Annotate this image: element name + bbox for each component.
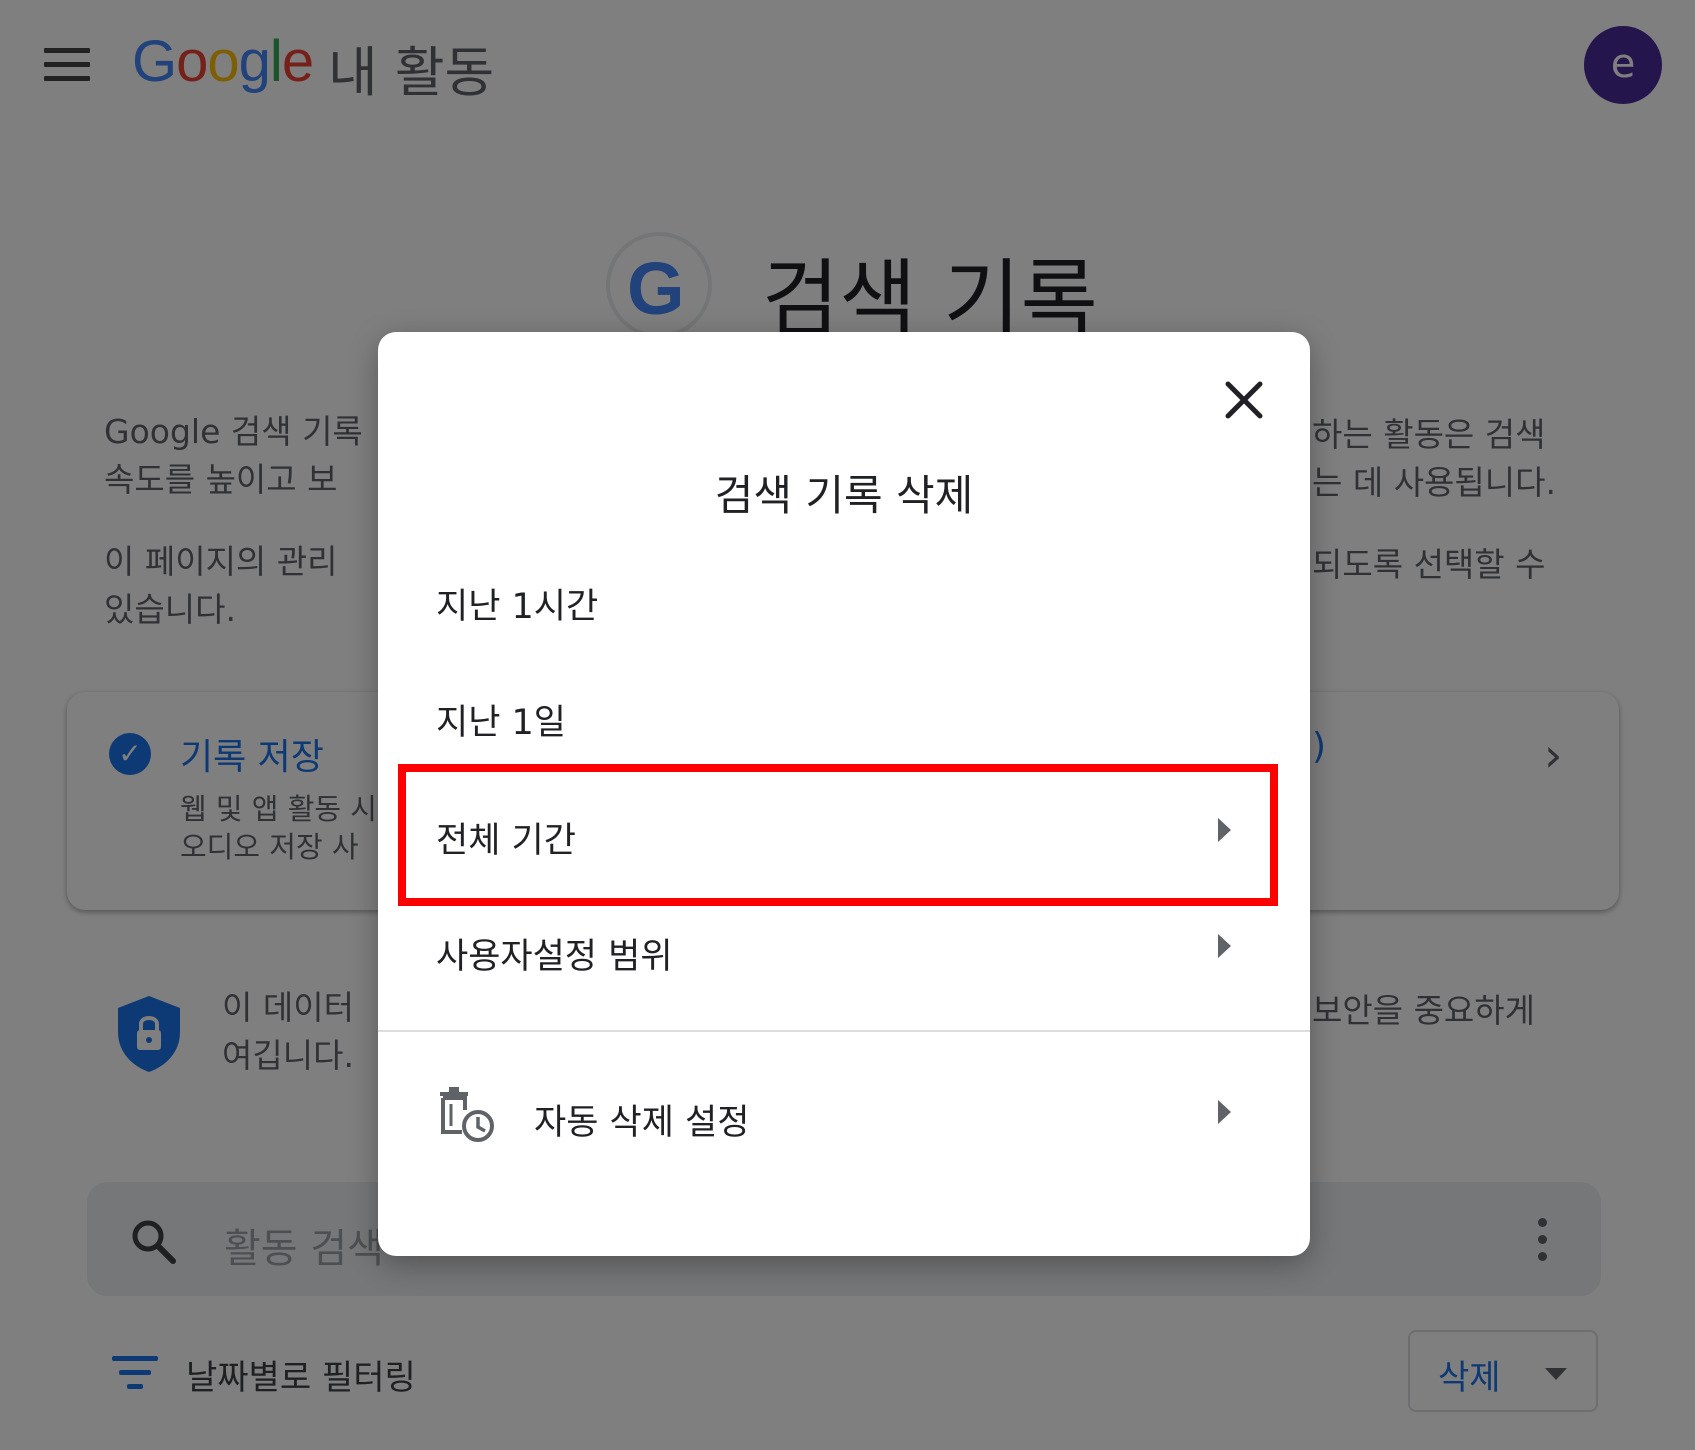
option-last-day[interactable]: 지난 1일 xyxy=(378,660,1310,774)
option-custom-range[interactable]: 사용자설정 범위 xyxy=(378,894,1310,1008)
option-label: 지난 1시간 xyxy=(436,587,599,627)
arrow-right-icon xyxy=(1218,934,1231,958)
dialog-title: 검색 기록 삭제 xyxy=(714,471,974,520)
highlight-box xyxy=(398,764,1278,906)
option-last-hour[interactable]: 지난 1시간 xyxy=(378,544,1310,658)
option-label: 사용자설정 범위 xyxy=(436,937,673,977)
option-label: 지난 1일 xyxy=(436,703,566,743)
auto-delete-label: 자동 삭제 설정 xyxy=(534,1103,750,1143)
arrow-right-icon xyxy=(1218,1100,1231,1124)
close-icon[interactable] xyxy=(1222,378,1266,422)
dialog-divider xyxy=(378,1030,1310,1032)
auto-delete-settings[interactable]: 자동 삭제 설정 xyxy=(378,1058,1310,1172)
auto-delete-icon xyxy=(440,1087,494,1142)
